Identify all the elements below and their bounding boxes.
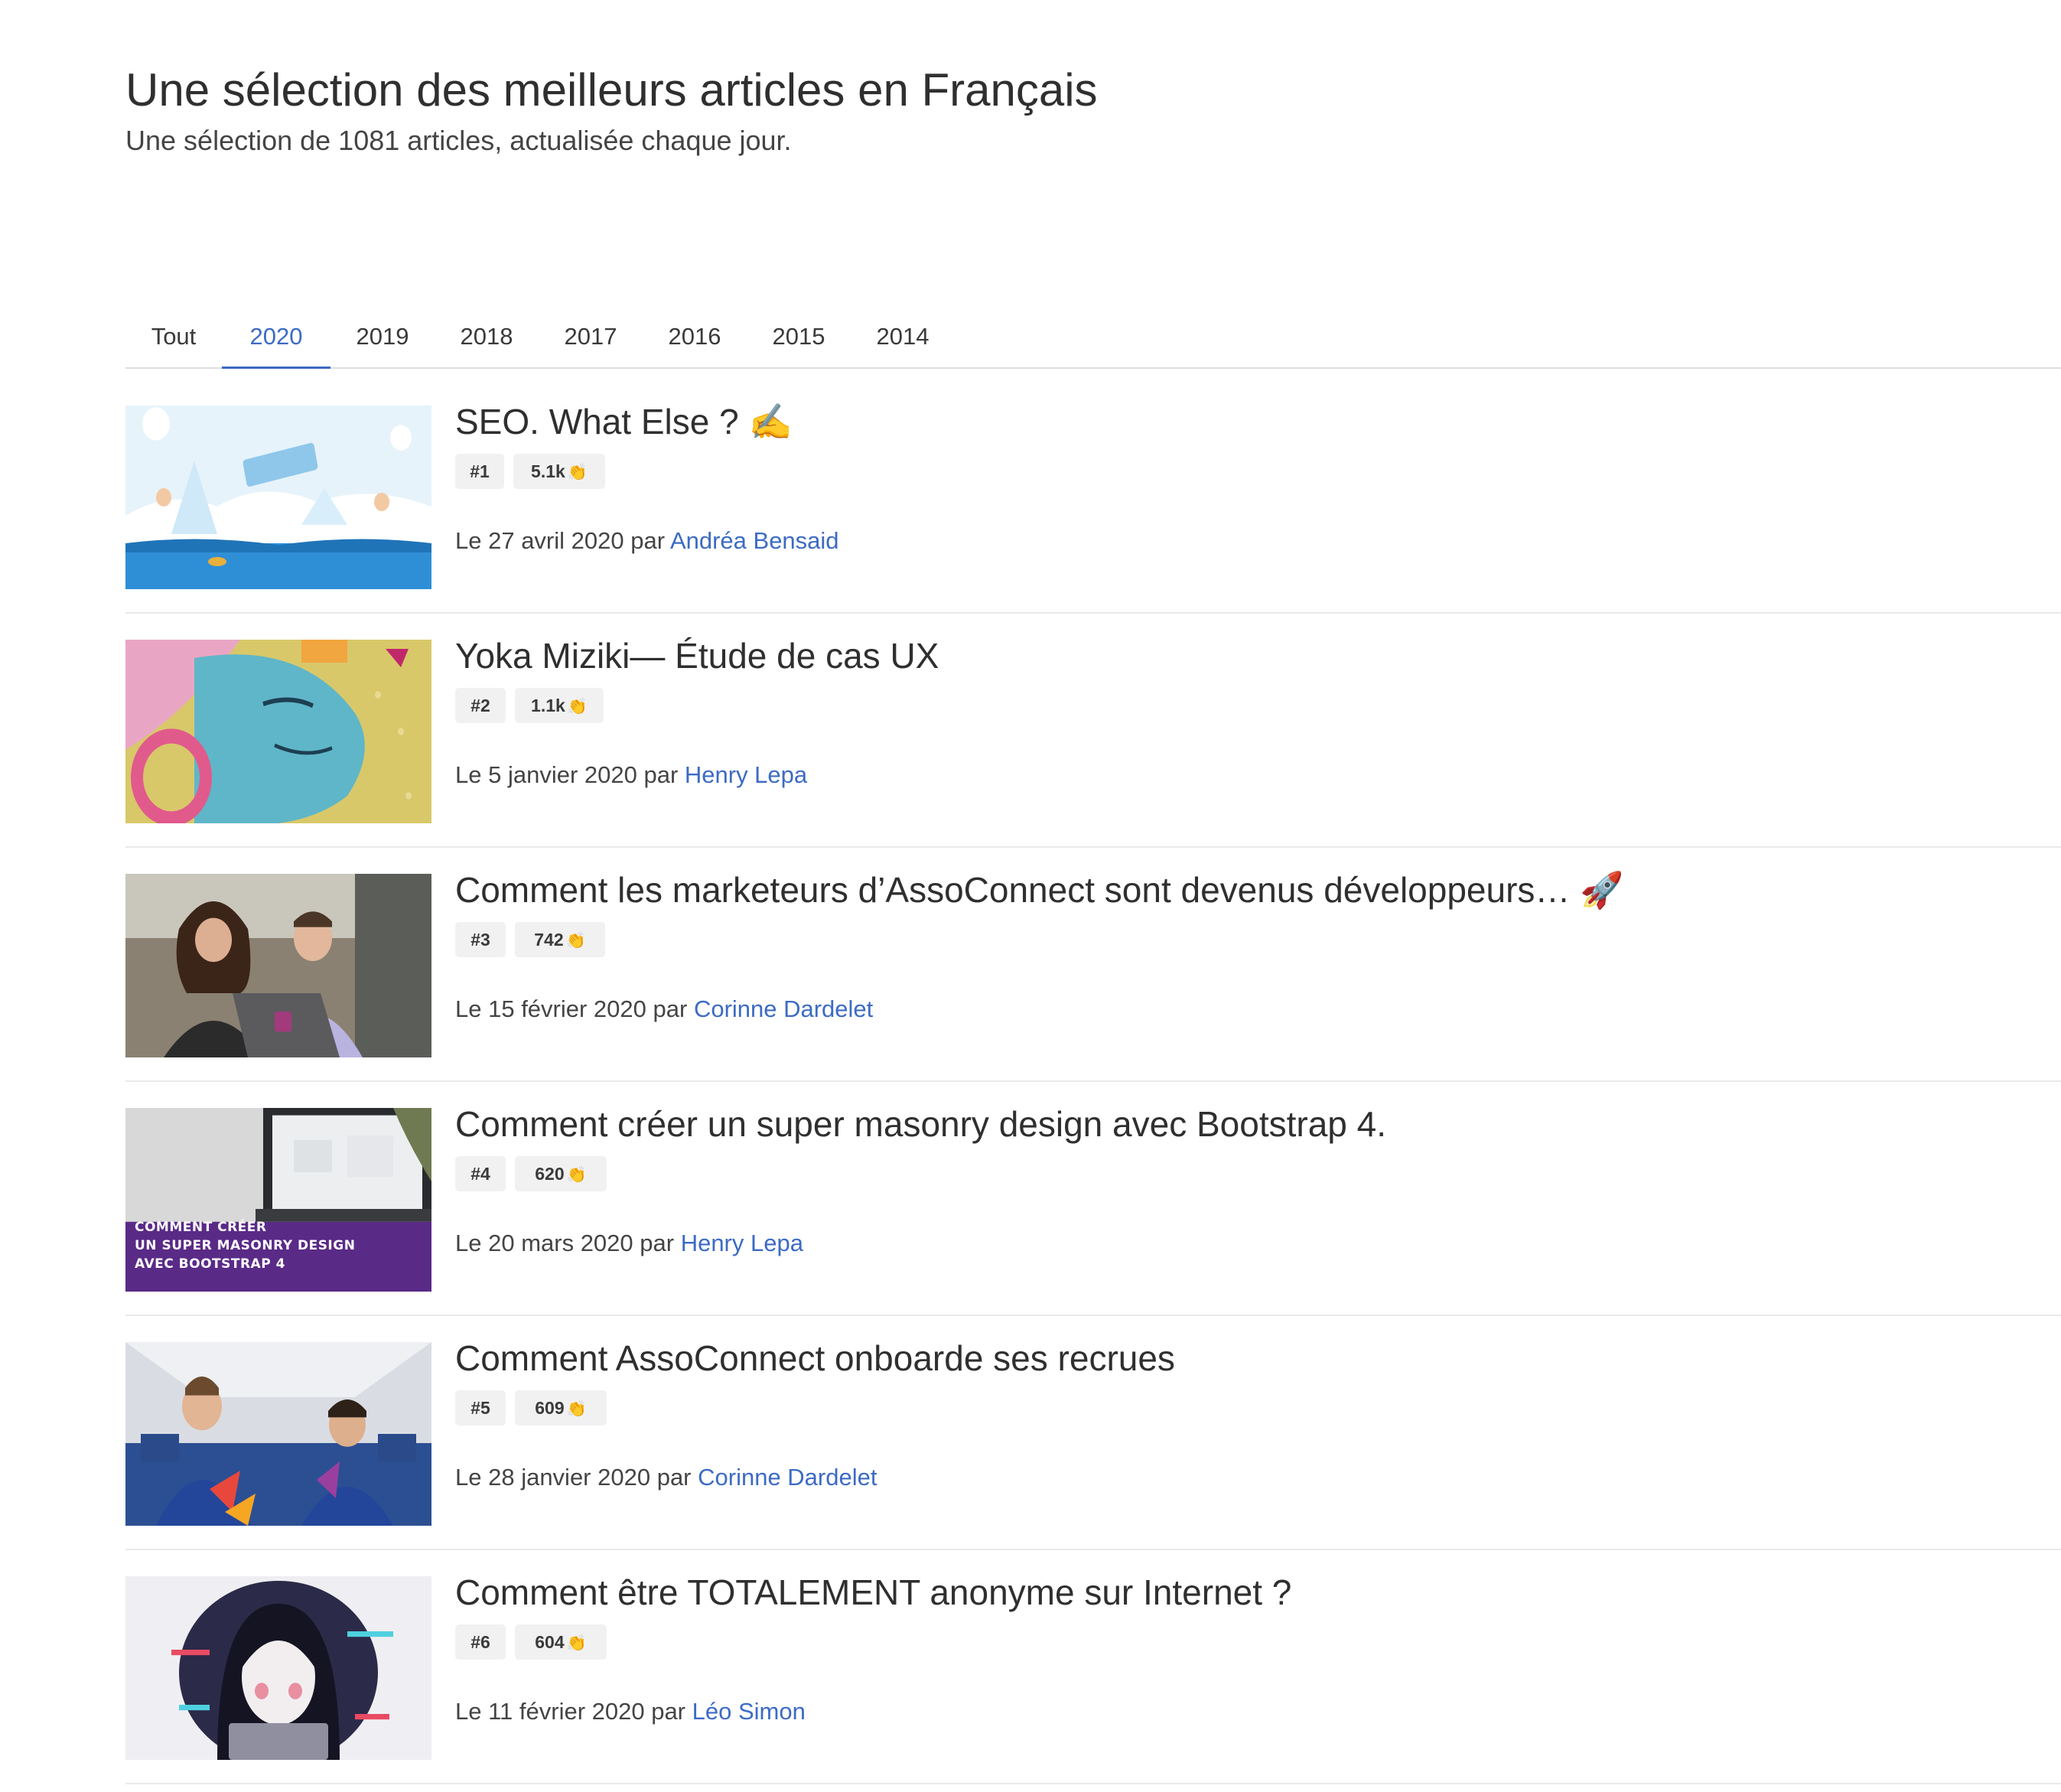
clapping-hands-icon: 👏 [566, 1634, 587, 1652]
rank-badge: #2 [455, 688, 506, 723]
headphone-face-illustration [125, 640, 431, 823]
article-title[interactable]: SEO. What Else ? ✍️ [455, 395, 793, 448]
content-marketing-illustration [125, 406, 431, 589]
article-item: SEO. What Else ? ✍️ #1 5.1k 👏 Le 27 avril… [125, 380, 2061, 614]
page-title: Une sélection des meilleurs articles en … [125, 64, 1098, 116]
article-thumbnail[interactable] [125, 406, 431, 589]
article-item: Comment être TOTALEMENT anonyme sur Inte… [125, 1550, 2061, 1784]
article-meta: Le 20 mars 2020 par Henry Lepa [455, 1226, 803, 1261]
article-date: Le 27 avril 2020 par [455, 527, 670, 554]
page-subtitle: Une sélection de 1081 articles, actualis… [125, 125, 792, 156]
claps-count: 604 [535, 1632, 565, 1652]
tab-2018[interactable]: 2018 [435, 306, 539, 369]
article-thumbnail[interactable]: COMMENT CRÉER UN SUPER MASONRY DESIGN AV… [125, 1108, 431, 1292]
claps-count: 742 [534, 930, 564, 950]
rank-badge: #6 [455, 1624, 506, 1660]
claps-badge: 609 👏 [515, 1390, 607, 1425]
article-thumbnail[interactable] [125, 874, 431, 1057]
clapping-hands-icon: 👏 [565, 932, 586, 950]
article-meta: Le 5 janvier 2020 par Henry Lepa [455, 758, 807, 793]
year-tabs: Tout 2020 2019 2018 2017 2016 2015 2014 [125, 306, 2061, 369]
article-meta: Le 27 avril 2020 par Andréa Bensaid [455, 523, 839, 559]
article-meta: Le 11 février 2020 par Léo Simon [455, 1694, 806, 1729]
two-people-laptop-photo [125, 874, 431, 1057]
rank-badge: #3 [455, 922, 506, 957]
rank-badge: #1 [455, 454, 504, 489]
caption-line: UN SUPER MASONRY DESIGN [135, 1238, 356, 1253]
author-link[interactable]: Corinne Dardelet [698, 1464, 877, 1491]
claps-badge: 742 👏 [515, 922, 605, 957]
article-item: Comment AssoConnect onboarde ses recrues… [125, 1316, 2061, 1550]
claps-badge: 620 👏 [515, 1156, 607, 1191]
article-date: Le 28 janvier 2020 par [455, 1464, 698, 1491]
article-title[interactable]: Comment être TOTALEMENT anonyme sur Inte… [455, 1566, 1291, 1619]
article-thumbnail[interactable] [125, 1342, 431, 1526]
article-date: Le 15 février 2020 par [455, 995, 694, 1022]
page: Une sélection des meilleurs articles en … [0, 0, 2061, 1792]
article-meta: Le 15 février 2020 par Corinne Dardelet [455, 992, 873, 1027]
author-link[interactable]: Andréa Bensaid [670, 527, 839, 554]
rank-badge: #4 [455, 1156, 506, 1191]
article-thumbnail[interactable] [125, 1576, 431, 1760]
caption-line: COMMENT CRÉER [135, 1220, 267, 1235]
article-date: Le 11 février 2020 par [455, 1698, 692, 1725]
article-title[interactable]: Yoka Miziki— Étude de cas UX [455, 629, 939, 683]
claps-count: 609 [535, 1398, 565, 1418]
tab-tout[interactable]: Tout [125, 306, 222, 369]
article-title[interactable]: Comment les marketeurs d’AssoConnect son… [455, 863, 1623, 917]
airplane-crew-photo [125, 1342, 431, 1526]
author-link[interactable]: Henry Lepa [681, 1230, 803, 1256]
clapping-hands-icon: 👏 [567, 698, 588, 715]
tab-2017[interactable]: 2017 [539, 306, 643, 369]
article-item: Comment les marketeurs d’AssoConnect son… [125, 848, 2061, 1082]
rank-badge: #5 [455, 1390, 506, 1425]
claps-badge: 1.1k 👏 [515, 688, 604, 723]
article-item: COMMENT CRÉER UN SUPER MASONRY DESIGN AV… [125, 1082, 2061, 1316]
tab-2015[interactable]: 2015 [747, 306, 851, 369]
caption-line: AVEC BOOTSTRAP 4 [135, 1256, 285, 1272]
tab-2014[interactable]: 2014 [851, 306, 955, 369]
article-title[interactable]: Comment créer un super masonry design av… [455, 1097, 1386, 1151]
article-item: Yoka Miziki— Étude de cas UX #2 1.1k 👏 Le… [125, 614, 2061, 848]
article-date: Le 20 mars 2020 par [455, 1230, 681, 1256]
tab-2019[interactable]: 2019 [330, 306, 435, 369]
claps-badge: 604 👏 [515, 1624, 607, 1660]
author-link[interactable]: Corinne Dardelet [694, 995, 873, 1022]
article-thumbnail[interactable] [125, 640, 431, 823]
tab-2016[interactable]: 2016 [643, 306, 747, 369]
article-meta: Le 28 janvier 2020 par Corinne Dardelet [455, 1460, 877, 1495]
thumbnail-caption: COMMENT CRÉER UN SUPER MASONRY DESIGN AV… [135, 1218, 355, 1273]
claps-count: 620 [535, 1164, 565, 1184]
clapping-hands-icon: 👏 [567, 464, 588, 481]
claps-badge: 5.1k 👏 [513, 454, 605, 489]
hooded-hacker-illustration [125, 1576, 431, 1760]
claps-count: 1.1k [531, 696, 565, 715]
tab-2020[interactable]: 2020 [222, 306, 330, 369]
claps-count: 5.1k [531, 461, 565, 481]
article-date: Le 5 janvier 2020 par [455, 761, 685, 788]
clapping-hands-icon: 👏 [566, 1400, 587, 1418]
article-title[interactable]: Comment AssoConnect onboarde ses recrues [455, 1331, 1175, 1385]
author-link[interactable]: Léo Simon [692, 1698, 806, 1725]
clapping-hands-icon: 👏 [566, 1166, 587, 1184]
author-link[interactable]: Henry Lepa [685, 761, 807, 788]
